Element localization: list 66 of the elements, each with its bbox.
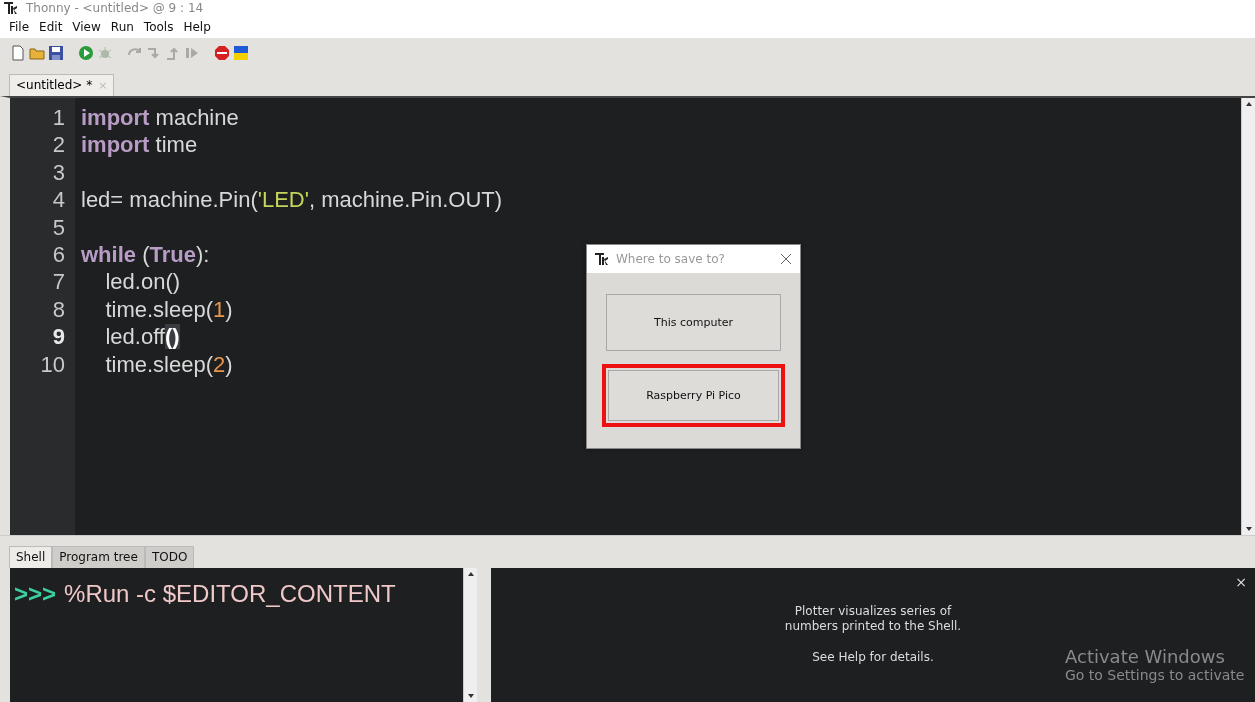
editor-tab[interactable]: <untitled> * ×	[9, 74, 115, 96]
code-token: time.sleep(	[104, 296, 214, 322]
line-number: 3	[51, 158, 66, 187]
close-icon[interactable]	[780, 253, 792, 265]
stop-sign-icon[interactable]	[214, 45, 230, 61]
code-token: , machine.Pin.OUT)	[308, 187, 503, 213]
code-token: 'LED'	[257, 187, 309, 213]
code-token: 2	[213, 351, 226, 377]
activation-subtitle: Go to Settings to activate	[1065, 667, 1245, 683]
menu-item[interactable]: Tools	[138, 20, 179, 34]
scrollbar[interactable]	[463, 568, 477, 702]
code-token: led.on()	[104, 269, 181, 295]
menu-item[interactable]: View	[67, 20, 106, 34]
close-button[interactable]: ×	[1235, 574, 1247, 590]
tab-label: <untitled> *	[16, 78, 93, 92]
code-token: import	[81, 105, 150, 130]
line-number: 9	[51, 323, 66, 351]
code-token: ):	[195, 241, 210, 267]
line-number: 6	[51, 240, 66, 269]
line-number: 5	[51, 213, 66, 241]
code-token: time.sleep(	[104, 351, 214, 377]
line-number: 10	[39, 350, 66, 378]
app-logo-icon	[595, 253, 609, 265]
shell-command: %Run -c $EDITOR_CONTENT	[64, 580, 396, 607]
code-token: (	[141, 241, 150, 267]
code-token: machine	[154, 105, 239, 130]
scrollbar[interactable]	[1241, 98, 1255, 535]
scroll-up-icon[interactable]	[1244, 101, 1253, 107]
menu-item[interactable]: Edit	[34, 20, 68, 34]
scroll-down-icon[interactable]	[1244, 526, 1253, 532]
code-token: 1	[213, 296, 226, 322]
window-title: Thonny - <untitled> @ 9 : 14	[26, 1, 204, 15]
line-number: 7	[51, 268, 66, 296]
dialog-button[interactable]: Raspberry Pi Pico	[602, 364, 785, 427]
code-token: led= machine.Pin(	[81, 187, 258, 213]
code-token: )	[225, 351, 233, 377]
line-number: 1	[51, 104, 66, 132]
line-number: 2	[51, 131, 66, 159]
dialog-button[interactable]: This computer	[606, 294, 781, 351]
code-token: ()	[165, 324, 180, 350]
activation-title: Activate Windows	[1065, 646, 1226, 667]
menu-item[interactable]: Run	[105, 20, 139, 34]
new-file-icon[interactable]	[10, 45, 26, 61]
plotter-message: numbers printed to the Shell.	[784, 619, 962, 634]
app-logo-icon	[4, 2, 18, 14]
plotter-message: Plotter visualizes series of	[794, 604, 952, 619]
code-token: while	[81, 241, 136, 267]
panel-tab[interactable]: Program tree	[52, 546, 145, 568]
code-token: )	[225, 296, 233, 322]
panel-tab[interactable]: Shell	[9, 546, 53, 568]
panel-tab[interactable]: TODO	[144, 546, 195, 568]
menu-item[interactable]: File	[4, 20, 35, 34]
scroll-up-icon[interactable]	[466, 571, 475, 577]
menu-item[interactable]: Help	[178, 20, 216, 34]
shell-prompt: >>>	[14, 580, 57, 607]
run-icon[interactable]	[78, 45, 94, 61]
flag-icon[interactable]	[233, 45, 249, 61]
plotter-hint: See Help for details.	[812, 650, 934, 665]
code-token: time	[154, 132, 198, 158]
line-number: 8	[51, 295, 66, 324]
code-token: True	[149, 241, 196, 267]
dialog-title: Where to save to?	[616, 252, 726, 266]
line-number: 4	[51, 186, 66, 214]
code-token: import	[81, 132, 150, 158]
code-token: led.off	[104, 324, 165, 350]
scroll-down-icon[interactable]	[466, 693, 475, 699]
